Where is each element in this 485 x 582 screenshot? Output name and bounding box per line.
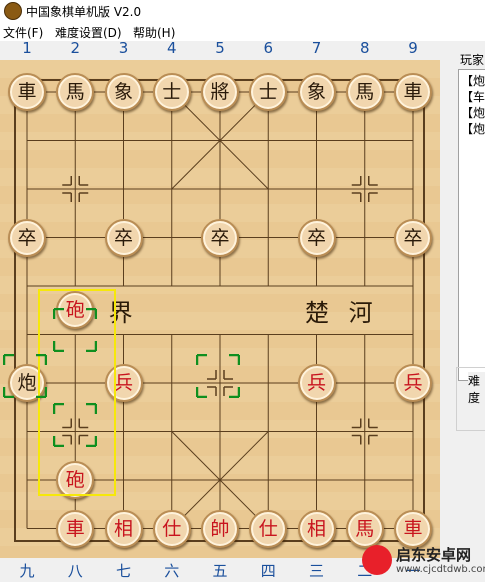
column-number: 6 [263,39,274,57]
players-list[interactable]: 【炮 【车 【炮 【炮 [458,69,485,381]
red-piece[interactable]: 車 [56,509,95,548]
red-piece[interactable]: 仕 [152,509,191,548]
column-number: 三 [308,562,324,580]
watermark-logo-icon [362,545,392,575]
column-number: 5 [215,39,225,57]
red-piece[interactable]: 相 [104,509,143,548]
black-piece[interactable]: 卒 [104,218,143,257]
watermark: 启东安卓网 www.cjcdtdwb.com [360,541,485,579]
black-piece[interactable]: 象 [297,73,336,111]
red-piece[interactable]: 兵 [297,364,336,402]
black-piece[interactable]: 卒 [297,218,336,257]
top-column-numbers: 1 2 3 4 5 6 7 8 9 [0,39,435,59]
watermark-text: 启东安卓网 [396,546,472,564]
side-panel: 玩家 【炮 【车 【炮 【炮 难度 [440,41,485,582]
move-marker [53,308,97,352]
column-number: 七 [115,562,131,580]
move-marker [3,354,47,398]
black-piece[interactable]: 象 [104,73,143,111]
black-piece[interactable]: 將 [201,73,239,111]
column-number: 四 [260,562,276,580]
move-target-marker[interactable] [196,354,240,398]
column-number: 九 [19,562,35,580]
black-piece[interactable]: 卒 [8,218,46,257]
column-number: 4 [166,39,177,57]
black-piece[interactable]: 車 [394,73,432,111]
black-piece[interactable]: 馬 [345,73,384,111]
red-piece[interactable]: 帥 [201,509,239,548]
column-number: 八 [67,562,83,580]
column-number: 8 [359,39,370,57]
move-target-marker[interactable] [53,403,97,447]
title-bar: 中国象棋单机版 V2.0 [0,0,485,22]
red-piece[interactable]: 相 [297,509,336,548]
black-piece[interactable]: 士 [249,73,288,111]
red-piece[interactable]: 兵 [394,364,432,402]
black-piece[interactable]: 卒 [394,218,432,257]
difficulty-label: 难度 [468,372,485,406]
column-number: 五 [212,562,228,580]
column-number: 9 [408,39,418,57]
black-piece[interactable]: 士 [152,73,191,111]
players-label: 玩家 [460,53,485,67]
river-text-right: 楚 河 [305,299,379,327]
watermark-url: www.cjcdtdwb.com [396,564,485,575]
player-row[interactable]: 【炮 [461,72,485,89]
app-icon [4,2,22,20]
column-number: 3 [118,39,129,57]
column-number: 2 [70,39,81,57]
player-row[interactable]: 【炮 [461,120,485,137]
player-row[interactable]: 【炮 [461,104,485,121]
column-number: 1 [22,39,32,57]
player-row[interactable]: 【车 [461,88,485,105]
column-number: 7 [311,39,322,57]
black-piece[interactable]: 卒 [201,218,239,257]
chess-board[interactable]: 漢 界 楚 河 車馬象士將士象馬車卒卒卒卒卒砲炮兵兵兵砲車相仕帥仕相馬車 [0,60,440,558]
red-piece[interactable]: 仕 [249,509,288,548]
black-piece[interactable]: 車 [8,73,46,111]
black-piece[interactable]: 馬 [56,73,95,111]
column-number: 六 [164,562,180,580]
window-title: 中国象棋单机版 V2.0 [26,5,142,19]
